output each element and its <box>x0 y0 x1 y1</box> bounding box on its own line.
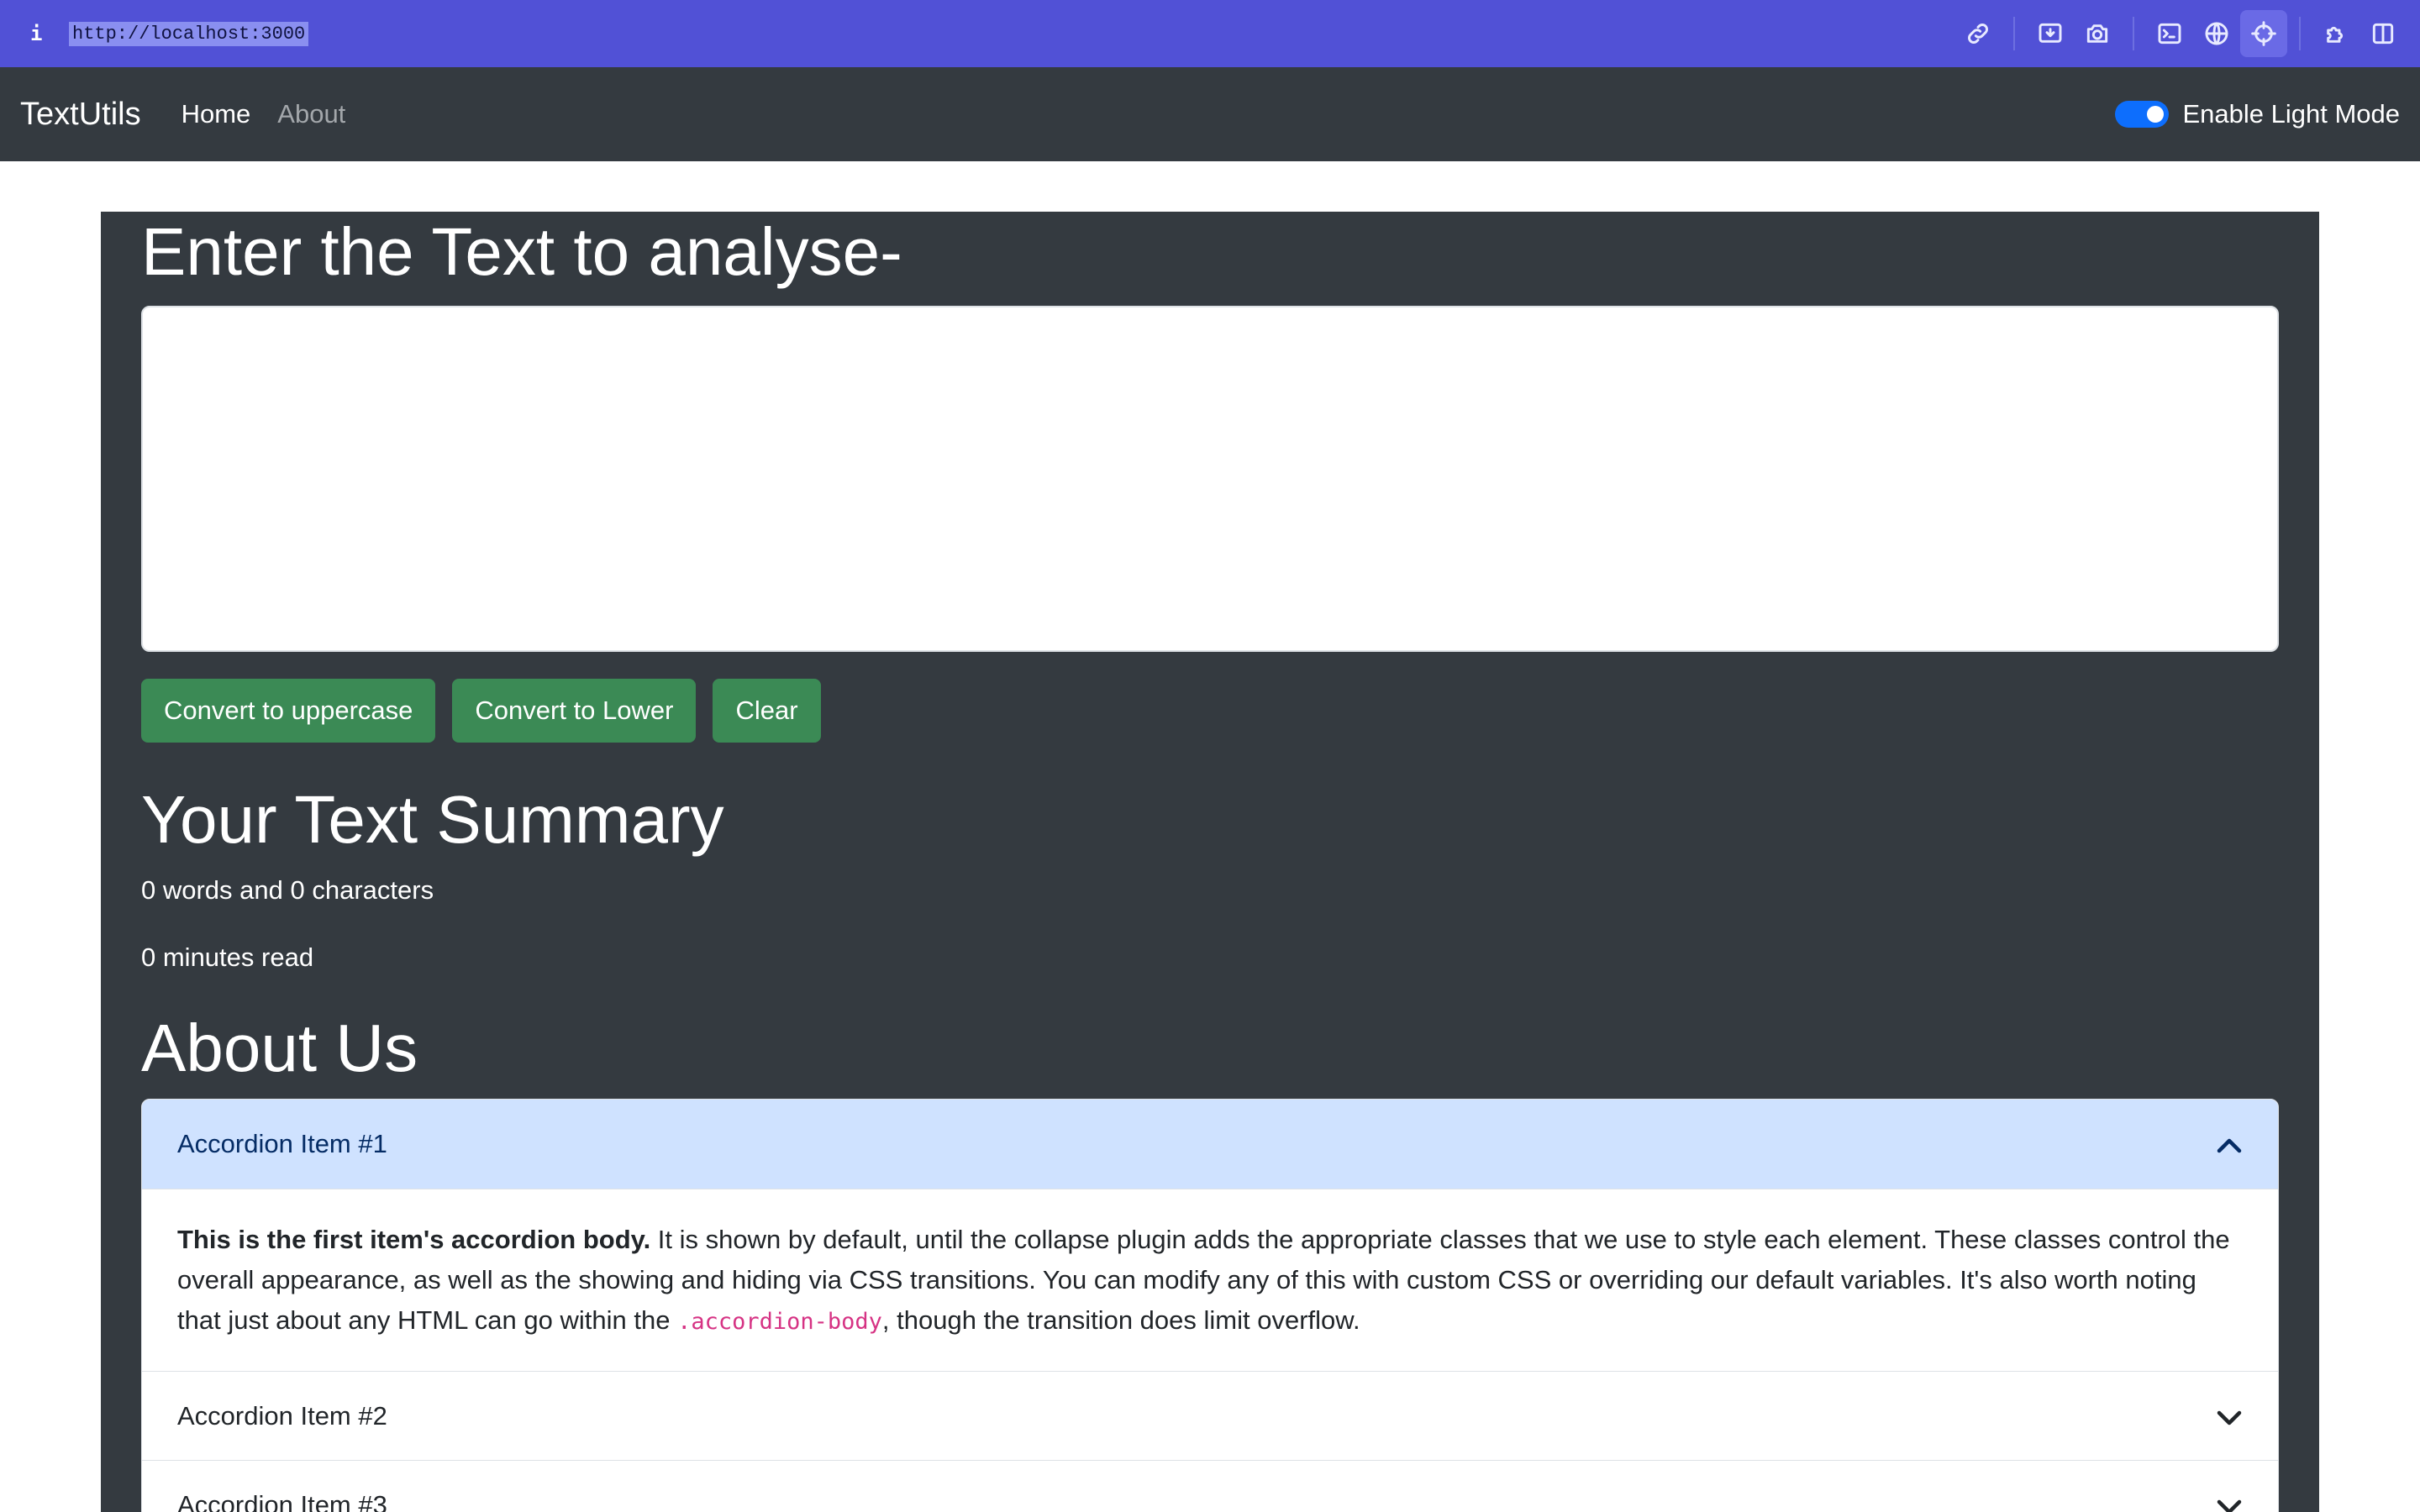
word-char-count: 0 words and 0 characters <box>141 875 434 905</box>
main-container: Enter the Text to analyse- Convert to up… <box>101 212 2319 1512</box>
nav-link-home[interactable]: Home <box>182 99 251 129</box>
chevron-down-icon <box>2214 1403 2244 1433</box>
toolbar-divider <box>2133 17 2134 50</box>
accordion-item-2-header[interactable]: Accordion Item #2 <box>142 1371 2278 1460</box>
nav-link-about[interactable]: About <box>277 99 345 129</box>
summary-heading: Your Text Summary <box>141 782 724 857</box>
browser-toolbar: i http://localhost:3000 <box>0 0 2420 67</box>
chevron-up-icon <box>2214 1131 2244 1161</box>
accordion-body-text-end: , though the transition does limit overf… <box>881 1305 1360 1335</box>
page-title: Enter the Text to analyse- <box>141 214 902 289</box>
toolbar-tools <box>1954 0 2407 67</box>
info-icon[interactable]: i <box>30 22 55 45</box>
camera-icon[interactable] <box>2074 10 2121 57</box>
globe-icon[interactable] <box>2193 10 2240 57</box>
action-buttons: Convert to uppercase Convert to Lower Cl… <box>141 679 838 743</box>
toolbar-divider <box>2013 17 2015 50</box>
accordion: Accordion Item #1 This is the first item… <box>141 1099 2279 1512</box>
accordion-body-bold: This is the first item's accordion body. <box>177 1225 651 1254</box>
clear-button[interactable]: Clear <box>713 679 821 743</box>
accordion-item-1-header[interactable]: Accordion Item #1 <box>142 1100 2278 1189</box>
accordion-item-title: Accordion Item #1 <box>177 1129 387 1158</box>
crosshair-icon[interactable] <box>2240 10 2287 57</box>
terminal-icon[interactable] <box>2146 10 2193 57</box>
accordion-item-1-body: This is the first item's accordion body.… <box>142 1189 2278 1371</box>
accordion-body-code: .accordion-body <box>677 1309 882 1335</box>
brand-logo[interactable]: TextUtils <box>20 97 141 133</box>
puzzle-icon[interactable] <box>2312 10 2360 57</box>
url-text[interactable]: http://localhost:3000 <box>69 21 309 46</box>
light-mode-toggle-wrap: Enable Light Mode <box>2115 67 2400 161</box>
download-icon[interactable] <box>2027 10 2074 57</box>
toggle-label[interactable]: Enable Light Mode <box>2182 99 2400 129</box>
uppercase-button[interactable]: Convert to uppercase <box>141 679 436 743</box>
accordion-item-title: Accordion Item #3 <box>177 1489 387 1512</box>
toolbar-divider <box>2299 17 2301 50</box>
chevron-down-icon <box>2214 1492 2244 1512</box>
read-time: 0 minutes read <box>141 942 314 972</box>
sidebar-icon[interactable] <box>2360 10 2407 57</box>
lowercase-button[interactable]: Convert to Lower <box>452 679 697 743</box>
link-icon[interactable] <box>1954 10 2002 57</box>
navbar: TextUtils Home About Enable Light Mode <box>0 67 2420 161</box>
light-mode-toggle[interactable] <box>2115 101 2170 128</box>
toggle-knob <box>2147 106 2165 123</box>
accordion-item-title: Accordion Item #2 <box>177 1400 387 1431</box>
about-heading: About Us <box>141 1011 418 1085</box>
text-input-area[interactable] <box>141 306 2279 652</box>
accordion-item-3-header[interactable]: Accordion Item #3 <box>142 1460 2278 1512</box>
